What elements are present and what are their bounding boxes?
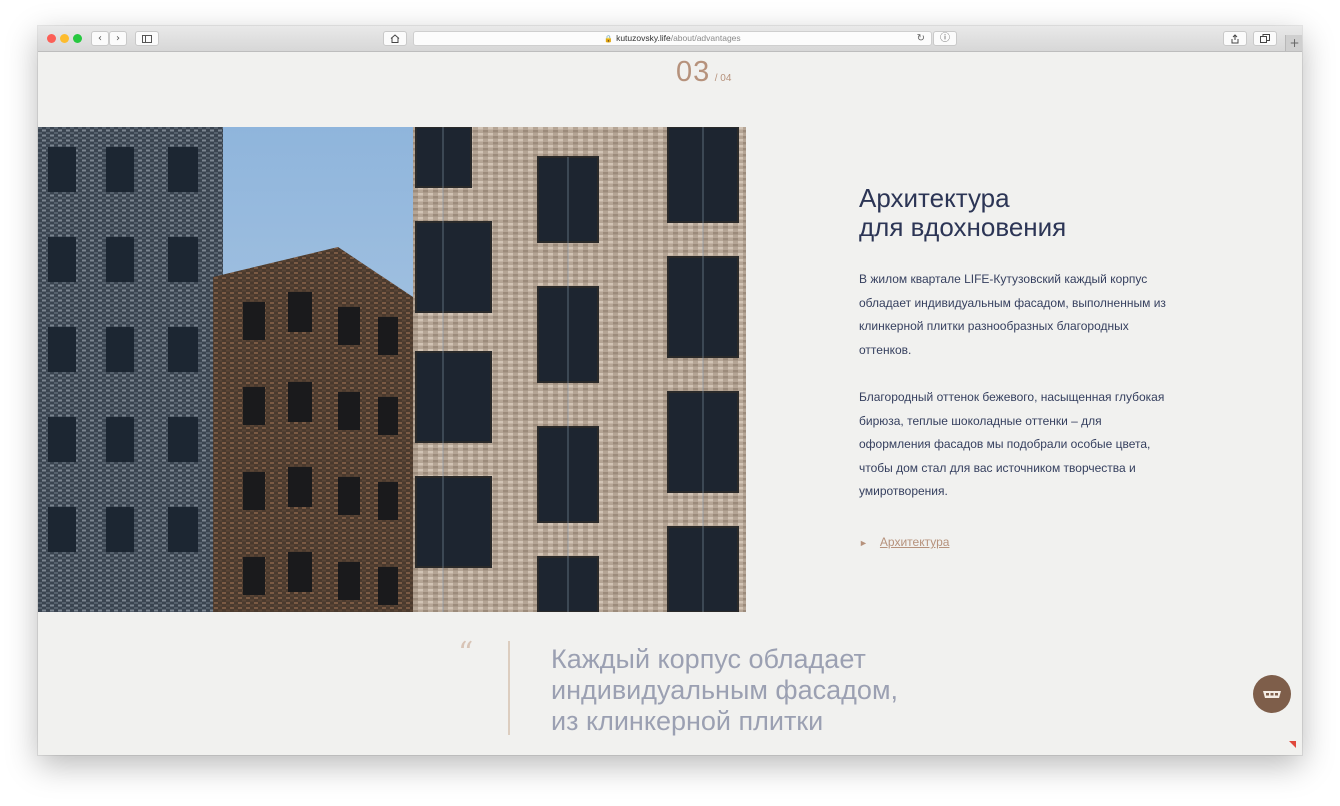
reload-icon[interactable]: ↻ xyxy=(917,32,925,45)
slide-counter: 03 / 04 xyxy=(676,56,731,89)
lock-icon: 🔒 xyxy=(604,36,614,43)
close-window-button[interactable] xyxy=(47,34,56,43)
new-tab-button[interactable]: + xyxy=(1285,35,1302,51)
corner-marker xyxy=(1289,741,1296,748)
heading-line-2: для вдохновения xyxy=(859,212,1067,242)
url-path: /about/advantages xyxy=(670,33,741,43)
home-icon xyxy=(390,34,400,43)
description-paragraph-1: В жилом квартале LIFE-Кутузовский каждый… xyxy=(859,272,1166,357)
zoom-window-button[interactable] xyxy=(73,34,82,43)
browser-window: ‹ › 🔒 kutuzovsky.life/about/advantages ↻ … xyxy=(38,26,1302,755)
home-button[interactable] xyxy=(383,31,407,46)
chevron-right-icon: › xyxy=(116,33,120,44)
triangle-right-icon: ► xyxy=(859,538,868,548)
info-icon: ⓘ xyxy=(940,33,950,44)
back-button[interactable]: ‹ xyxy=(91,31,109,46)
slide-total: / 04 xyxy=(714,73,732,84)
share-button[interactable] xyxy=(1223,31,1247,46)
section-heading: Архитектура для вдохновения xyxy=(859,184,1066,242)
tabs-icon xyxy=(1260,34,1270,43)
chat-icon xyxy=(1263,691,1281,698)
share-icon xyxy=(1231,34,1239,44)
forward-button[interactable]: › xyxy=(109,31,127,46)
quote-mark-icon: “ xyxy=(458,636,474,671)
quote-divider xyxy=(508,641,510,735)
quote-line-1: Каждый корпус обладает xyxy=(551,644,866,674)
quote-line-2: индивидуальным фасадом, xyxy=(551,675,899,705)
info-button[interactable]: ⓘ xyxy=(933,31,957,46)
browser-toolbar: ‹ › 🔒 kutuzovsky.life/about/advantages ↻ … xyxy=(38,26,1302,52)
chat-button[interactable] xyxy=(1253,675,1291,713)
sidebar-icon xyxy=(142,35,152,43)
description-paragraph-2: Благородный оттенок бежевого, насыщенная… xyxy=(859,390,1165,498)
sidebar-button[interactable] xyxy=(135,31,159,46)
tabs-button[interactable] xyxy=(1253,31,1277,46)
architecture-link-row[interactable]: ► Архитектура xyxy=(859,535,949,549)
minimize-window-button[interactable] xyxy=(60,34,69,43)
chevron-left-icon: ‹ xyxy=(98,33,102,44)
quote-text: Каждый корпус обладает индивидуальным фа… xyxy=(551,644,898,737)
architecture-photo xyxy=(38,127,746,612)
quote-line-3: из клинкерной плитки xyxy=(551,706,824,736)
url-domain: kutuzovsky.life xyxy=(616,33,671,43)
heading-line-1: Архитектура xyxy=(859,183,1010,213)
slide-current: 03 xyxy=(676,56,711,88)
architecture-link[interactable]: Архитектура xyxy=(880,535,950,549)
address-bar[interactable]: 🔒 kutuzovsky.life/about/advantages ↻ xyxy=(413,31,932,46)
